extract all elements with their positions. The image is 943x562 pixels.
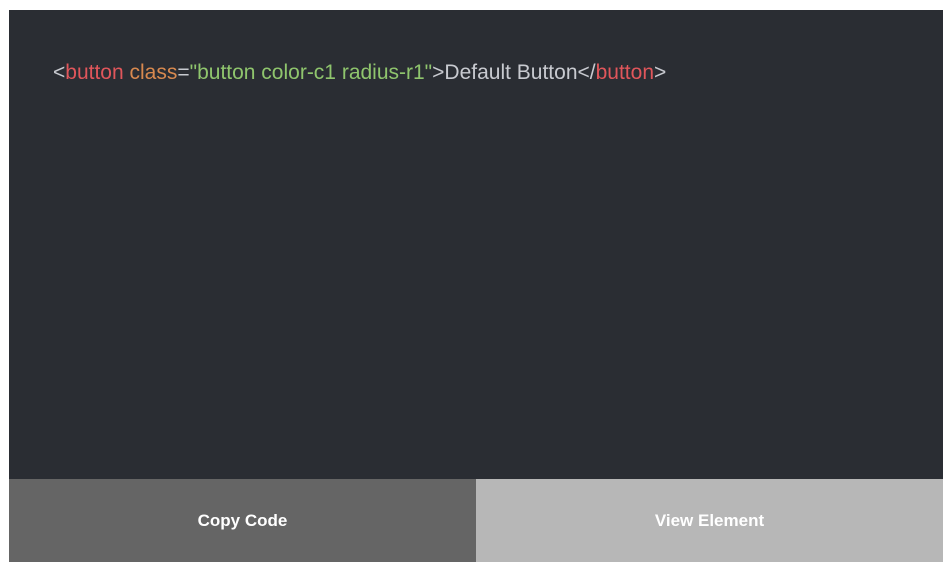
code-token-end-close-bracket: > <box>654 61 667 84</box>
code-token-attribute-value: "button color-c1 radius-r1" <box>189 61 433 84</box>
code-token-inner-text: Default Button <box>444 61 578 84</box>
copy-code-label: Copy Code <box>197 510 288 530</box>
view-element-button[interactable]: View Element <box>476 479 943 562</box>
code-token-open-bracket: < <box>53 61 66 84</box>
code-token-close-bracket: > <box>432 61 445 84</box>
code-token-attribute: class <box>129 61 178 84</box>
code-token-end-tag-name: button <box>595 61 654 84</box>
view-element-label: View Element <box>654 510 765 530</box>
action-bar: Copy Code View Element <box>9 479 943 562</box>
code-token-end-open-bracket: </ <box>577 61 596 84</box>
code-token-equals: = <box>177 61 190 84</box>
copy-code-button[interactable]: Copy Code <box>9 479 476 562</box>
code-preview-panel: <button class="button color-c1 radius-r1… <box>9 10 943 562</box>
code-area: <button class="button color-c1 radius-r1… <box>9 10 943 479</box>
code-line: <button class="button color-c1 radius-r1… <box>53 58 666 88</box>
code-token-tag-name: button <box>65 61 124 84</box>
